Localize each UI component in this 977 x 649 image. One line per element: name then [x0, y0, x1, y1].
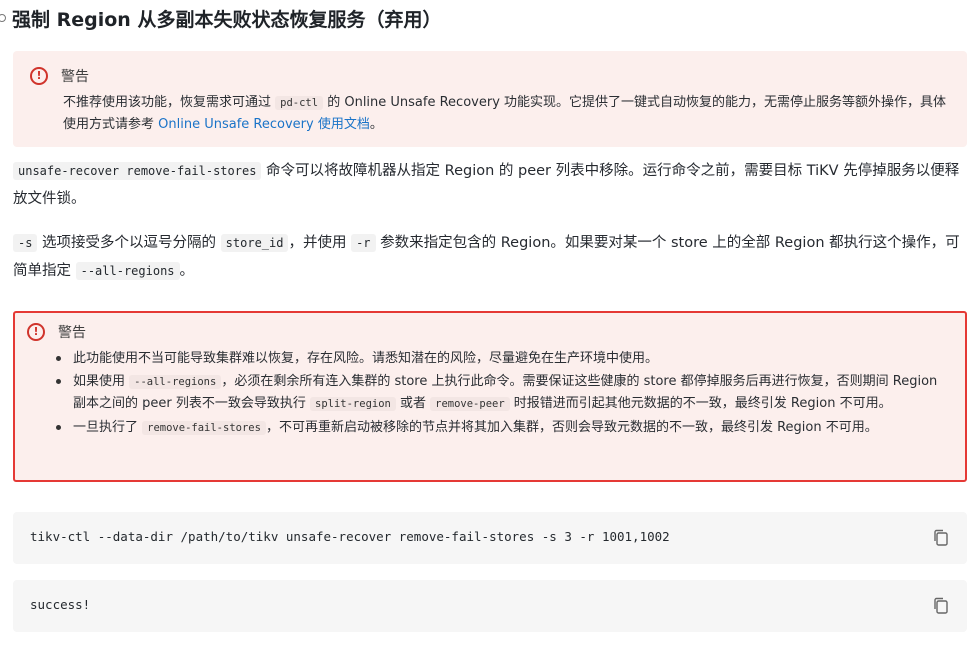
inline-code: --all-regions: [129, 374, 222, 389]
list-item-text: ，不可再重新启动被移除的节点并将其加入集群，否则会导致元数据的不一致，最终引发 …: [265, 419, 878, 435]
copy-icon[interactable]: [932, 596, 950, 616]
deprecation-warning-callout: ! 警告 不推荐使用该功能，恢复需求可通过 pd-ctl 的 Online Un…: [13, 51, 967, 147]
output-code-block: success!: [13, 580, 967, 632]
inline-code: -s: [13, 234, 38, 252]
warning-circle-icon: !: [27, 323, 45, 341]
command-code-block: tikv-ctl --data-dir /path/to/tikv unsafe…: [13, 512, 967, 564]
bullet-icon: [56, 378, 61, 384]
inline-code: pd-ctl: [275, 96, 324, 110]
inline-code: remove-peer: [430, 397, 510, 411]
paragraph-text: 。: [179, 263, 195, 279]
doc-page: 强制 Region 从多副本失败状态恢复服务（弃用） ! 警告 不推荐使用该功能…: [0, 0, 977, 649]
unsafe-recovery-doc-link[interactable]: Online Unsafe Recovery 使用文档: [158, 117, 370, 132]
code-text: success!: [30, 597, 91, 612]
options-paragraph: -s 选项接受多个以逗号分隔的 store_id ，并使用 -r 参数来指定包含的…: [13, 229, 968, 285]
list-item-text: 或者: [395, 396, 431, 411]
inline-code: -r: [351, 234, 376, 252]
warning-circle-icon: !: [30, 67, 48, 85]
copy-icon[interactable]: [932, 528, 950, 548]
description-paragraph: unsafe-recover remove-fail-stores 命令可以将故…: [13, 157, 968, 213]
list-item-text: 如果使用: [73, 373, 130, 389]
callout-text: 。: [369, 117, 383, 132]
section-heading: 强制 Region 从多副本失败状态恢复服务（弃用）: [0, 4, 441, 32]
paragraph-text: ，并使用: [288, 235, 352, 251]
paragraph-text: 选项接受多个以逗号分隔的: [37, 235, 221, 251]
list-item: 如果使用 --all-regions ，必须在剩余所有连入集群的 store 上执…: [56, 371, 953, 416]
code-text: tikv-ctl --data-dir /path/to/tikv unsafe…: [30, 529, 670, 544]
inline-code: --all-regions: [75, 262, 180, 280]
anchor-icon[interactable]: [0, 14, 6, 22]
callout-header: ! 警告: [30, 66, 89, 86]
list-item-text: 此功能使用不当可能导致集群难以恢复，存在风险。请悉知潜在的风险，尽量避免在生产环…: [73, 351, 659, 366]
list-item-text: 一旦执行了: [73, 419, 143, 435]
bullet-icon: [56, 356, 61, 361]
callout-title: 警告: [58, 325, 86, 341]
callout-header: ! 警告: [27, 322, 86, 342]
heading-text: 强制 Region 从多副本失败状态恢复服务（弃用）: [12, 8, 442, 31]
callout-text: 不推荐使用该功能，恢复需求可通过: [63, 95, 276, 110]
bullet-icon: [56, 424, 61, 430]
warning-list: 此功能使用不当可能导致集群难以恢复，存在风险。请悉知潜在的风险，尽量避免在生产环…: [56, 348, 953, 440]
list-item: 一旦执行了 remove-fail-stores ，不可再重新启动被移除的节点并将…: [56, 417, 953, 440]
inline-code: split-region: [310, 397, 396, 411]
inline-code: store_id: [220, 234, 289, 252]
callout-title: 警告: [61, 69, 89, 85]
risk-warning-callout: ! 警告 此功能使用不当可能导致集群难以恢复，存在风险。请悉知潜在的风险，尽量避…: [13, 311, 967, 482]
callout-body: 不推荐使用该功能，恢复需求可通过 pd-ctl 的 Online Unsafe …: [63, 92, 953, 136]
list-item-text: 时报错进而引起其他元数据的不一致，最终引发 Region 不可用。: [509, 396, 892, 411]
inline-code: unsafe-recover remove-fail-stores: [13, 162, 262, 180]
list-item: 此功能使用不当可能导致集群难以恢复，存在风险。请悉知潜在的风险，尽量避免在生产环…: [56, 348, 953, 370]
inline-code: remove-fail-stores: [142, 420, 266, 435]
